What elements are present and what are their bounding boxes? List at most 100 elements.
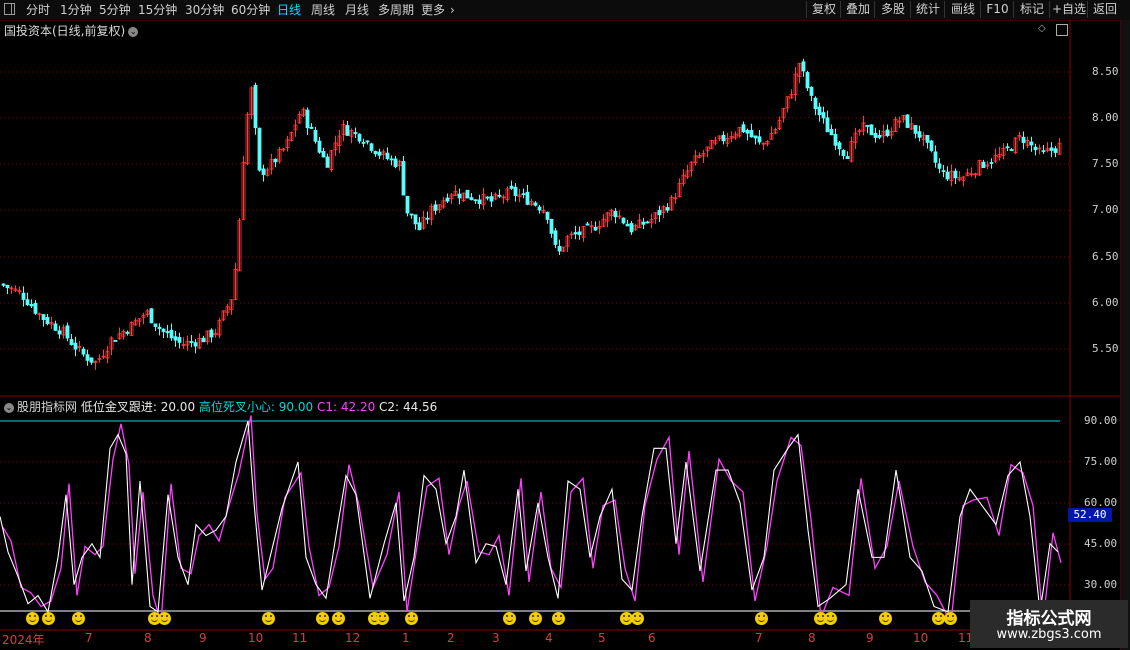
candle-body [53, 323, 58, 331]
month-label: 4 [545, 631, 553, 645]
period-tab-6[interactable]: 日线 [277, 2, 301, 18]
candle-body [377, 151, 382, 156]
candle-body [917, 131, 922, 138]
candle-body [525, 191, 530, 205]
month-label: 8 [808, 631, 816, 645]
candle-body [1033, 146, 1038, 151]
candle-body [509, 185, 514, 189]
toolbar-button-7[interactable]: +自选 [1049, 1, 1088, 18]
candle-body [593, 226, 598, 231]
candle-body [865, 125, 870, 127]
month-label: 5 [598, 631, 606, 645]
period-tab-7[interactable]: 周线 [311, 2, 335, 18]
maximize-icon[interactable] [1056, 24, 1068, 36]
candle-body [445, 197, 450, 202]
window-toggle-icon[interactable] [4, 3, 15, 15]
price-tick-label: 6.50 [1092, 250, 1119, 263]
candle-body [361, 142, 366, 144]
c2-label: C2: [379, 400, 400, 414]
period-tab-3[interactable]: 15分钟 [138, 2, 177, 18]
candle-body [153, 323, 158, 327]
c2-line [0, 420, 1059, 614]
toolbar-button-4[interactable]: 画线 [944, 1, 981, 18]
top-toolbar: 分时 1分钟 5分钟 15分钟 30分钟 60分钟 日线 周线 月线 多周期 更多 › 复权 叠加 多股统… [0, 0, 1130, 21]
candle-body [621, 217, 626, 224]
month-label: 10 [248, 631, 264, 645]
period-tab-1[interactable]: 1分钟 [60, 2, 92, 18]
candle-body [925, 134, 930, 143]
candle-body [1005, 146, 1010, 149]
period-tab-5[interactable]: 60分钟 [231, 2, 270, 18]
candle-body [485, 196, 490, 199]
current-value-box: 52.40 [1068, 508, 1112, 522]
smiley-signal-icon [262, 612, 275, 625]
candle-body [261, 168, 266, 175]
period-tab-9[interactable]: 多周期 [378, 2, 414, 18]
candle-body [365, 140, 370, 143]
toolbar-button-3[interactable]: 统计 [910, 1, 945, 18]
smiley-signal-icon [332, 612, 345, 625]
candle-body [933, 151, 938, 163]
candle-body [169, 329, 174, 339]
candle-body [513, 186, 518, 196]
candle-body [257, 127, 262, 171]
kline-chart[interactable] [0, 20, 1120, 650]
right-side-panel[interactable] [1120, 20, 1130, 650]
candle-body [273, 158, 278, 163]
candle-body [25, 299, 30, 306]
candle-body [877, 134, 882, 138]
month-label: 2 [447, 631, 455, 645]
toolbar-button-0[interactable]: 复权 [806, 1, 841, 18]
price-tick-label: 7.50 [1092, 157, 1119, 170]
toolbar-button-5[interactable]: F10 [980, 1, 1014, 18]
candle-body [201, 337, 206, 343]
toolbar-button-6[interactable]: 标记 [1013, 1, 1050, 18]
toolbar-button-1[interactable]: 叠加 [840, 1, 875, 18]
candle-body [425, 217, 430, 220]
candle-body [253, 85, 258, 129]
candle-body [313, 130, 318, 142]
period-tab-0[interactable]: 分时 [26, 2, 50, 18]
smiley-signal-icon [552, 612, 565, 625]
period-tab-10[interactable]: 更多 [421, 2, 445, 18]
candle-body [757, 136, 762, 143]
candle-body [325, 156, 330, 168]
smiley-signal-icon [405, 612, 418, 625]
toolbar-button-8[interactable]: 返回 [1087, 1, 1122, 18]
candle-body [557, 245, 562, 252]
diamond-icon[interactable]: ◇ [1038, 23, 1046, 34]
candle-body [405, 195, 410, 214]
period-tab-8[interactable]: 月线 [345, 2, 369, 18]
candle-body [473, 199, 478, 202]
candle-body [645, 221, 650, 224]
candle-body [173, 336, 178, 341]
smiley-signal-icon [529, 612, 542, 625]
period-tab-2[interactable]: 5分钟 [99, 2, 131, 18]
chevron-down-icon[interactable]: ⌄ [4, 403, 14, 413]
month-label: 3 [492, 631, 500, 645]
smiley-signal-icon [72, 612, 85, 625]
candle-body [837, 142, 842, 150]
candle-body [189, 341, 194, 343]
candle-body [749, 130, 754, 138]
chevron-right-icon[interactable]: › [450, 2, 455, 18]
candle-body [1029, 141, 1034, 146]
candle-body [165, 331, 170, 334]
candle-body [89, 357, 94, 363]
candle-body [413, 214, 418, 225]
candle-body [537, 206, 542, 211]
candle-body [385, 152, 390, 159]
candle-body [885, 129, 890, 137]
candle-body [357, 133, 362, 142]
candle-body [477, 199, 482, 205]
indicator-tick-label: 30.00 [1084, 578, 1118, 591]
candle-body [1049, 147, 1054, 151]
candle-body [613, 210, 618, 218]
candle-body [29, 303, 34, 307]
toolbar-button-2[interactable]: 多股 [874, 1, 911, 18]
candle-body [1, 283, 6, 286]
month-label: 7 [85, 631, 93, 645]
smiley-signal-icon [42, 612, 55, 625]
candle-body [417, 222, 422, 231]
period-tab-4[interactable]: 30分钟 [185, 2, 224, 18]
